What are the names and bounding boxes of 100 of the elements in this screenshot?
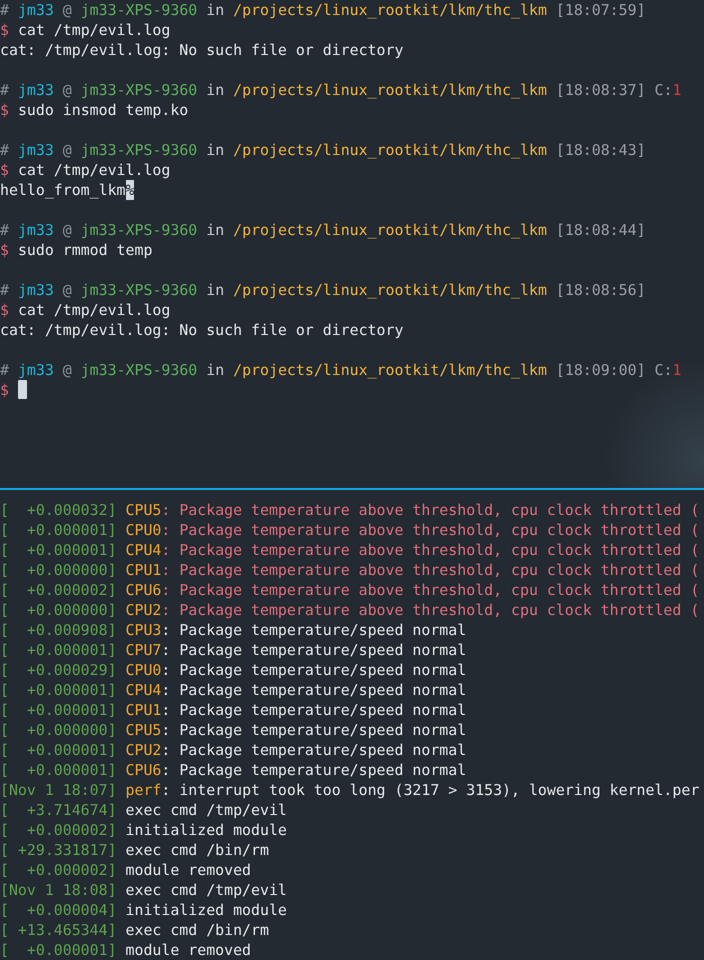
at-sign: @ (62, 360, 72, 380)
at-sign: @ (62, 80, 72, 100)
log-message: exec cmd /bin/rm (126, 840, 269, 860)
timestamp: [18:08:56] (556, 280, 646, 300)
log-message: : Package temperature/speed normal (161, 660, 466, 680)
prompt-marker: # (0, 220, 9, 240)
log-source: perf (126, 780, 162, 800)
log-timestamp: [ +0.000002] (0, 580, 117, 600)
prompt-symbol: $ (0, 380, 9, 400)
log-source: CPU5 (126, 720, 162, 740)
log-source: CPU6 (126, 580, 162, 600)
output-text: cat: /tmp/evil.log: No such file or directory (0, 320, 404, 340)
log-message: : Package temperature above threshold, cpu clock throttled ( (161, 500, 700, 520)
log-source: CPU4 (126, 540, 162, 560)
log-timestamp: [ +0.000000] (0, 600, 117, 620)
log-message: : Package temperature above threshold, cpu clock throttled ( (161, 540, 700, 560)
log-timestamp: [ +13.465344] (0, 920, 117, 940)
log-timestamp: [ +0.000001] (0, 540, 117, 560)
log-message: : Package temperature/speed normal (161, 640, 466, 660)
prompt-marker: # (0, 360, 9, 380)
log-timestamp: [ +0.000000] (0, 720, 117, 740)
in-word: in (206, 360, 224, 380)
log-message: : Package temperature/speed normal (161, 720, 466, 740)
directory-path: /projects/linux_rootkit/lkm/thc_lkm (233, 360, 547, 380)
host-name: jm33-XPS-9360 (80, 140, 198, 160)
log-timestamp: [ +0.000032] (0, 500, 117, 520)
log-source: CPU1 (126, 560, 162, 580)
at-sign: @ (62, 220, 72, 240)
in-word: in (206, 0, 224, 20)
log-source: CPU0 (126, 660, 162, 680)
log-timestamp: [ +0.000029] (0, 660, 117, 680)
host-name: jm33-XPS-9360 (80, 220, 198, 240)
log-message: initialized module (126, 820, 287, 840)
user-name: jm33 (18, 220, 54, 240)
command-text: cat /tmp/evil.log (18, 20, 170, 40)
log-source: CPU2 (126, 740, 162, 760)
output-text: hello_from_lkm (0, 180, 126, 200)
exit-code: 1 (672, 80, 682, 100)
log-message: : Package temperature/speed normal (161, 680, 466, 700)
log-message: : Package temperature/speed normal (161, 740, 466, 760)
user-name: jm33 (18, 0, 54, 20)
prompt-symbol: $ (0, 240, 9, 260)
timestamp: [18:08:44] (556, 220, 646, 240)
prompt-symbol: $ (0, 160, 9, 180)
no-newline-mark: % (126, 180, 134, 200)
log-source: CPU2 (126, 600, 162, 620)
directory-path: /projects/linux_rootkit/lkm/thc_lkm (233, 0, 547, 20)
log-source: CPU1 (126, 700, 162, 720)
log-source: CPU0 (126, 520, 162, 540)
log-message: initialized module (126, 900, 287, 920)
directory-path: /projects/linux_rootkit/lkm/thc_lkm (233, 280, 547, 300)
directory-path: /projects/linux_rootkit/lkm/thc_lkm (233, 140, 547, 160)
exit-label: C: (654, 360, 672, 380)
host-name: jm33-XPS-9360 (80, 80, 198, 100)
log-timestamp: [ +0.000004] (0, 900, 117, 920)
timestamp: [18:09:00] (556, 360, 646, 380)
log-message: exec cmd /bin/rm (126, 920, 269, 940)
log-message: exec cmd /tmp/evil (126, 880, 287, 900)
at-sign: @ (62, 0, 72, 20)
command-text: cat /tmp/evil.log (18, 300, 170, 320)
prompt-marker: # (0, 280, 9, 300)
log-timestamp: [ +0.000002] (0, 820, 117, 840)
timestamp: [18:07:59] (556, 0, 646, 20)
log-timestamp: [ +3.714674] (0, 800, 117, 820)
log-message: : interrupt took too long (3217 > 3153), lowering kernel.per (161, 780, 700, 800)
log-timestamp: [ +0.000001] (0, 700, 117, 720)
prompt-marker: # (0, 140, 9, 160)
log-message: : Package temperature above threshold, cpu clock throttled ( (161, 580, 700, 600)
host-name: jm33-XPS-9360 (80, 360, 198, 380)
log-source: CPU6 (126, 760, 162, 780)
directory-path: /projects/linux_rootkit/lkm/thc_lkm (233, 80, 547, 100)
log-message: : Package temperature/speed normal (161, 760, 466, 780)
log-timestamp: [ +0.000001] (0, 680, 117, 700)
log-timestamp: [ +0.000000] (0, 560, 117, 580)
user-name: jm33 (18, 80, 54, 100)
prompt-marker: # (0, 0, 9, 20)
log-source: CPU3 (126, 620, 162, 640)
log-message: module removed (126, 860, 252, 880)
prompt-symbol: $ (0, 100, 9, 120)
host-name: jm33-XPS-9360 (80, 0, 198, 20)
output-text: cat: /tmp/evil.log: No such file or directory (0, 40, 404, 60)
prompt-symbol: $ (0, 300, 9, 320)
user-name: jm33 (18, 140, 54, 160)
log-timestamp: [Nov 1 18:07] (0, 780, 117, 800)
log-timestamp: [ +29.331817] (0, 840, 117, 860)
in-word: in (206, 140, 224, 160)
log-message: exec cmd /tmp/evil (126, 800, 287, 820)
log-timestamp: [ +0.000001] (0, 740, 117, 760)
command-text: sudo insmod temp.ko (18, 100, 188, 120)
timestamp: [18:08:37] (556, 80, 646, 100)
host-name: jm33-XPS-9360 (80, 280, 198, 300)
exit-label: C: (654, 80, 672, 100)
timestamp: [18:08:43] (556, 140, 646, 160)
prompt-marker: # (0, 80, 9, 100)
log-timestamp: [ +0.000001] (0, 760, 117, 780)
log-message: : Package temperature above threshold, cpu clock throttled ( (161, 600, 700, 620)
prompt-symbol: $ (0, 20, 9, 40)
log-message: : Package temperature/speed normal (161, 620, 466, 640)
in-word: in (206, 220, 224, 240)
log-message: module removed (126, 940, 252, 960)
